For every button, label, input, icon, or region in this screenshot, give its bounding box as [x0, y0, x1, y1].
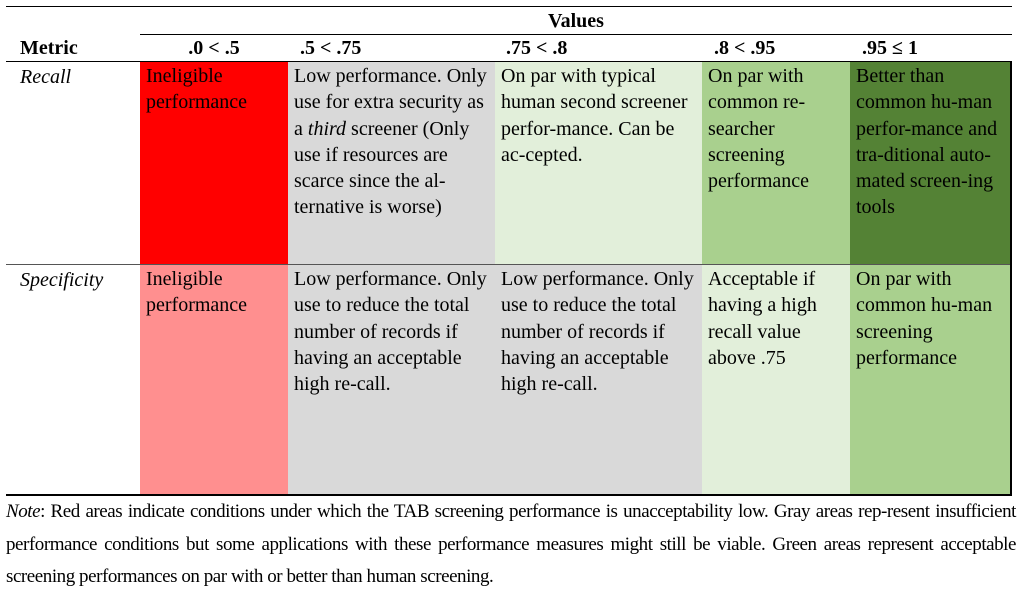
row-label-recall: Recall [20, 66, 72, 88]
note-label: Note [6, 501, 41, 522]
specificity-cell-0: Ineligible performance [140, 265, 288, 494]
table-top-rule [6, 6, 1012, 7]
cell-text: Acceptable if having a high recall value… [708, 268, 817, 369]
recall-cell-0: Ineligible performance [140, 62, 288, 264]
column-header-2: .75 < .8 [506, 37, 568, 59]
column-header-4: .95 ≤ 1 [862, 37, 918, 59]
cell-text: Low performance. Only use to reduce the … [501, 268, 694, 396]
cell-text: Better than common hu-man perfor-mance a… [856, 65, 998, 219]
metric-column-header: Metric [20, 37, 78, 59]
recall-cell-3: On par with common re-searcher screening… [702, 62, 850, 264]
cell-text: Low performance. Only use to reduce the … [294, 268, 487, 396]
values-header-rule [140, 34, 1012, 35]
column-header-0: .0 < .5 [188, 37, 240, 59]
recall-cell-2: On par with typical human second screene… [495, 62, 702, 264]
column-header-3: .8 < .95 [714, 37, 776, 59]
cell-text-italic: third [307, 117, 347, 140]
cell-text: Ineligible performance [146, 268, 248, 317]
recall-cell-1: Low performance. Only use for extra secu… [288, 62, 495, 264]
table-note: Note: Red areas indicate conditions unde… [6, 496, 1016, 594]
cell-text: On par with common re-searcher screening… [708, 65, 810, 193]
specificity-cell-3: Acceptable if having a high recall value… [702, 265, 850, 494]
specificity-cell-1: Low performance. Only use to reduce the … [288, 265, 495, 494]
cell-text: On par with common hu-man screening perf… [856, 268, 993, 369]
cell-text: On par with typical human second screene… [501, 65, 688, 166]
specificity-cell-4: On par with common hu-man screening perf… [850, 265, 1010, 494]
recall-cell-4: Better than common hu-man perfor-mance a… [850, 62, 1010, 264]
column-header-1: .5 < .75 [300, 37, 362, 59]
specificity-cell-2: Low performance. Only use to reduce the … [495, 265, 702, 494]
cell-text: Ineligible performance [146, 65, 248, 114]
note-text: : Red areas indicate conditions under wh… [6, 501, 1016, 587]
values-group-header: Values [548, 10, 604, 32]
row-label-specificity: Specificity [20, 269, 104, 291]
table-right-border [1010, 62, 1012, 496]
